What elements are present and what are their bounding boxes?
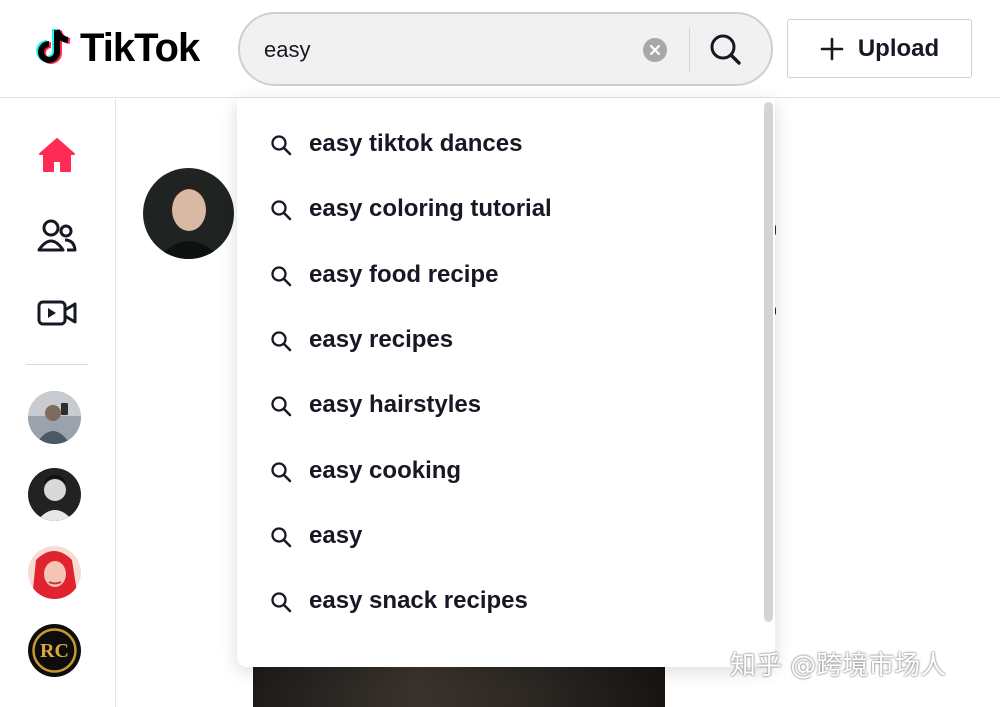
tiktok-page: TikTok Upload — [0, 0, 1000, 707]
suggestion-item[interactable]: easy food recipe — [237, 243, 757, 308]
search-icon — [271, 265, 292, 286]
suggestion-item[interactable]: easy recipes — [237, 308, 757, 373]
avatar — [28, 546, 81, 599]
sidebar-item-live[interactable] — [34, 290, 80, 336]
post-author-avatar[interactable] — [143, 168, 234, 259]
search-icon — [271, 592, 292, 613]
avatar — [28, 391, 81, 444]
search-input[interactable] — [264, 32, 644, 68]
watermark: 知乎 @跨境市场人 — [730, 651, 947, 681]
close-icon — [649, 44, 661, 56]
tiktok-note-icon — [36, 28, 71, 64]
suggestion-text: easy food recipe — [309, 260, 499, 288]
brand-name: TikTok — [80, 25, 200, 70]
suggestion-item[interactable]: easy cooking — [237, 439, 757, 504]
suggestion-text: easy — [309, 521, 363, 549]
sidebar-item-following[interactable] — [34, 212, 80, 258]
upload-button[interactable]: Upload — [787, 19, 972, 78]
avatar — [28, 468, 81, 521]
search-suggestions-dropdown: easy tiktok dances easy coloring tutorial… — [237, 98, 775, 667]
search-icon — [271, 331, 292, 352]
suggested-account-avatar[interactable]: RC — [28, 624, 81, 677]
avatar — [143, 168, 234, 259]
suggestion-text: easy recipes — [309, 325, 454, 353]
plus-icon — [820, 37, 844, 60]
search-icon — [271, 527, 292, 548]
search-icon — [271, 461, 292, 482]
suggestion-item[interactable]: easy coloring tutorial — [237, 177, 757, 242]
people-icon — [37, 219, 77, 252]
search-icon — [271, 135, 292, 156]
suggestion-text: easy snack recipes — [309, 587, 528, 615]
avatar-badge-text: RC — [40, 640, 69, 662]
suggestion-item[interactable]: easy hairstyles — [237, 373, 757, 438]
suggested-account-avatar[interactable] — [28, 391, 81, 444]
video-preview[interactable] — [253, 662, 665, 707]
sidebar-item-home[interactable] — [34, 132, 80, 178]
search-icon — [271, 396, 292, 417]
suggested-account-avatar[interactable] — [28, 468, 81, 521]
search-divider — [689, 28, 690, 72]
search-icon — [710, 34, 741, 65]
search-submit-button[interactable] — [706, 30, 746, 70]
tiktok-logo[interactable]: TikTok — [30, 24, 200, 72]
live-video-icon — [37, 300, 77, 326]
avatar: RC — [28, 624, 81, 677]
suggestion-text: easy tiktok dances — [309, 130, 523, 157]
home-icon — [39, 138, 75, 172]
sidebar-divider — [26, 364, 88, 365]
search-bar — [238, 12, 773, 86]
suggested-account-avatar[interactable] — [28, 546, 81, 599]
suggestion-text: easy hairstyles — [309, 391, 482, 419]
suggestion-text: easy cooking — [309, 456, 462, 484]
dropdown-scrollbar[interactable] — [764, 102, 773, 622]
suggestion-item[interactable]: easy snack recipes — [237, 569, 757, 634]
clear-search-button[interactable] — [643, 38, 667, 62]
suggestion-item[interactable]: easy tiktok dances — [237, 112, 757, 177]
upload-label: Upload — [857, 34, 940, 62]
search-icon — [271, 200, 292, 221]
left-sidebar: RC — [0, 99, 116, 707]
top-header: TikTok Upload — [0, 0, 1000, 98]
suggestion-text: easy coloring tutorial — [309, 195, 552, 223]
suggestion-item[interactable]: easy — [237, 504, 757, 569]
